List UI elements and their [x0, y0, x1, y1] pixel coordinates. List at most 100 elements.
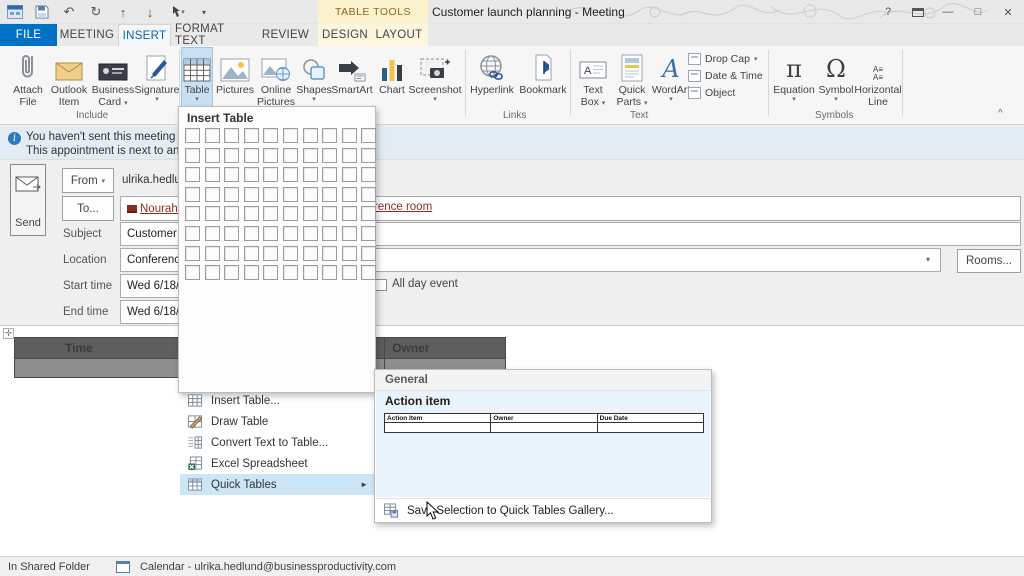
table-grid-cell[interactable] [322, 186, 338, 202]
table-grid-cell[interactable] [243, 265, 259, 281]
table-grid-cell[interactable] [185, 128, 200, 143]
table-grid-cell[interactable] [224, 167, 240, 183]
menu-item-convert-text-to-table[interactable]: Convert Text to Table... [180, 432, 374, 453]
table-grid-cell[interactable] [302, 167, 318, 183]
table-grid-cell[interactable] [263, 265, 279, 281]
table-grid-cell[interactable] [185, 147, 200, 163]
table-grid-cell[interactable] [204, 128, 220, 143]
table-grid-cell[interactable] [282, 167, 298, 183]
table-grid-cell[interactable] [185, 245, 200, 261]
table-grid-cell[interactable] [243, 186, 259, 202]
from-button[interactable]: From ▾ [62, 168, 114, 193]
table-grid-cell[interactable] [263, 245, 279, 261]
hyperlink-button[interactable]: Hyperlink [468, 48, 516, 116]
touch-mode-icon[interactable]: ▾ [168, 3, 186, 21]
minimize-icon[interactable]: — [936, 2, 960, 22]
table-grid-cell[interactable] [361, 147, 377, 163]
drop-cap-button[interactable]: Drop Cap ▾ [688, 50, 768, 67]
to-button[interactable]: To... [62, 196, 114, 221]
table-grid-cell[interactable] [243, 147, 259, 163]
quick-parts-button[interactable]: Quick Parts ▾ [612, 48, 652, 116]
table-grid-cell[interactable] [185, 225, 200, 241]
table-grid-cell[interactable] [361, 206, 377, 222]
table-grid-cell[interactable] [302, 128, 318, 143]
tab-design[interactable]: DESIGN [322, 24, 368, 46]
equation-button[interactable]: π Equation ▾ [772, 48, 816, 116]
table-grid-cell[interactable] [302, 225, 318, 241]
table-grid-cell[interactable] [224, 186, 240, 202]
table-grid-cell[interactable] [322, 265, 338, 281]
screenshot-button[interactable]: Screenshot ▾ [408, 48, 462, 116]
table-grid-cell[interactable] [282, 186, 298, 202]
table-grid-cell[interactable] [204, 265, 220, 281]
table-grid-cell[interactable] [185, 186, 200, 202]
table-grid-cell[interactable] [302, 147, 318, 163]
move-up-icon[interactable]: ↑ [114, 3, 132, 21]
table-grid-cell[interactable] [341, 128, 357, 143]
table-grid-cell[interactable] [204, 186, 220, 202]
table-grid-cell[interactable] [361, 167, 377, 183]
business-card-button[interactable]: Business Card ▾ [90, 48, 136, 116]
tab-insert[interactable]: INSERT [118, 24, 171, 46]
tab-layout[interactable]: LAYOUT [374, 24, 424, 46]
table-grid-cell[interactable] [282, 265, 298, 281]
all-day-checkbox[interactable] [375, 279, 387, 291]
table-grid-cell[interactable] [282, 128, 298, 143]
table-grid-cell[interactable] [341, 265, 357, 281]
table-grid-cell[interactable] [341, 225, 357, 241]
table-grid-cell[interactable] [243, 225, 259, 241]
table-grid-cell[interactable] [341, 147, 357, 163]
table-grid-cell[interactable] [185, 206, 200, 222]
move-down-icon[interactable]: ↓ [141, 3, 159, 21]
ribbon-display-options-icon[interactable] [906, 2, 930, 22]
table-grid-cell[interactable] [322, 206, 338, 222]
table-grid-cell[interactable] [243, 245, 259, 261]
wordart-button[interactable]: A WordArt ▾ [652, 48, 690, 116]
table-grid-cell[interactable] [224, 206, 240, 222]
rooms-button[interactable]: Rooms... [957, 249, 1021, 273]
table-grid-cell[interactable] [224, 147, 240, 163]
table-grid-cell[interactable] [185, 265, 200, 281]
attach-file-button[interactable]: Attach File [8, 48, 48, 116]
close-icon[interactable]: ✕ [996, 2, 1020, 22]
text-box-button[interactable]: A Text Box ▾ [574, 48, 612, 116]
table-grid-cell[interactable] [204, 147, 220, 163]
maximize-icon[interactable]: □ [966, 2, 990, 22]
chart-button[interactable]: Chart [376, 48, 408, 116]
table-grid-cell[interactable] [282, 225, 298, 241]
gallery-item-action-item[interactable]: Action item Action Item Owner Due Date [376, 391, 710, 497]
table-grid-cell[interactable] [224, 245, 240, 261]
table-grid-cell[interactable] [224, 265, 240, 281]
table-grid-cell[interactable] [322, 225, 338, 241]
table-grid-cell[interactable] [263, 206, 279, 222]
outlook-item-button[interactable]: Outlook Item [48, 48, 90, 116]
table-grid-cell[interactable] [302, 265, 318, 281]
table-grid-cell[interactable] [282, 206, 298, 222]
table-grid-cell[interactable] [263, 147, 279, 163]
table-grid-cell[interactable] [224, 225, 240, 241]
collapse-ribbon-icon[interactable]: ^ [998, 108, 1003, 119]
table-grid-cell[interactable] [243, 128, 259, 143]
table-grid-cell[interactable] [361, 245, 377, 261]
table-grid-cell[interactable] [282, 147, 298, 163]
table-grid-cell[interactable] [361, 186, 377, 202]
date-time-button[interactable]: Date & Time [688, 67, 768, 84]
save-selection-menu-item[interactable]: Save Selection to Quick Tables Gallery..… [376, 498, 710, 522]
table-grid-cell[interactable] [322, 128, 338, 143]
table-grid-cell[interactable] [282, 245, 298, 261]
menu-item-quick-tables[interactable]: Quick Tables ► [180, 474, 374, 495]
table-grid-cell[interactable] [204, 206, 220, 222]
tab-meeting[interactable]: MEETING [57, 24, 117, 46]
agenda-col-owner[interactable]: Owner [384, 337, 506, 359]
table-grid-cell[interactable] [322, 167, 338, 183]
table-grid-cell[interactable] [263, 128, 279, 143]
save-icon[interactable] [33, 3, 51, 21]
table-grid-cell[interactable] [322, 245, 338, 261]
table-grid-cell[interactable] [204, 245, 220, 261]
table-grid-cell[interactable] [243, 206, 259, 222]
menu-item-excel-spreadsheet[interactable]: Excel Spreadsheet [180, 453, 374, 474]
table-move-handle-icon[interactable]: ✛ [3, 328, 14, 339]
to-recipient-room[interactable]: rence room [374, 201, 432, 213]
symbol-button[interactable]: Ω Symbol ▾ [816, 48, 856, 116]
redo-icon[interactable]: ↻ [87, 3, 105, 21]
